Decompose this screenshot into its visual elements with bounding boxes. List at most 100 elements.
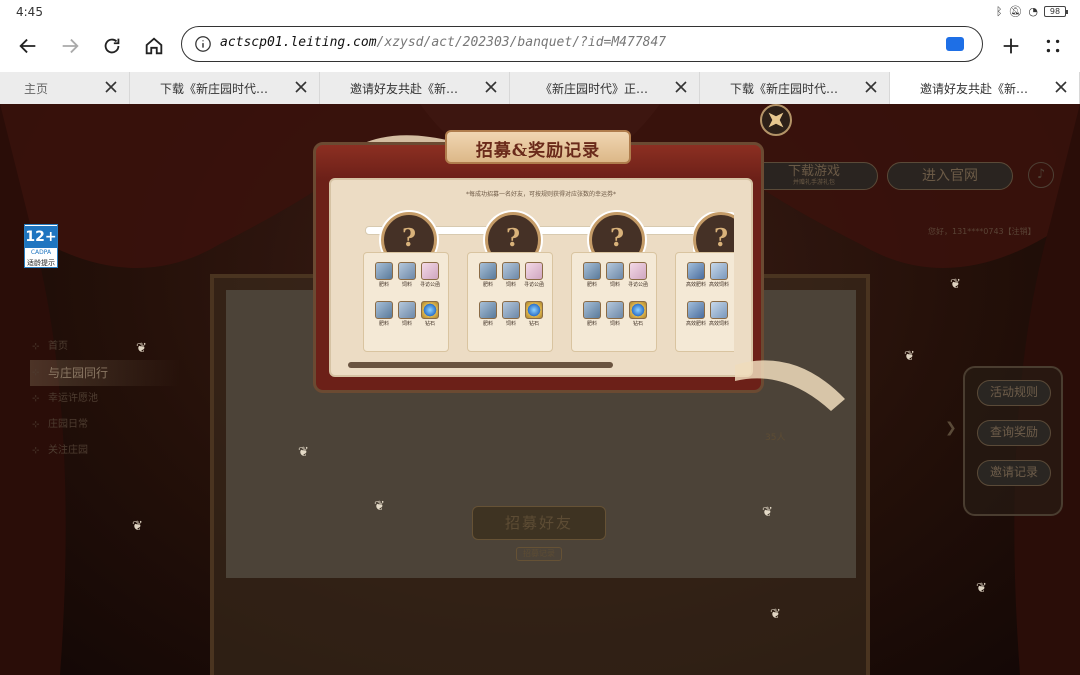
tab-title: 邀请好友共赴《新… [350,82,459,96]
fert-icon [375,262,393,280]
tab-title: 下载《新庄园时代… [730,82,839,96]
url-text[interactable]: actscp01.leiting.com/xzysd/act/202303/ba… [220,35,666,50]
reward-item: 钻石 [523,301,545,329]
milestone-symbol: ? [401,223,417,252]
music-toggle-icon[interactable]: ♪ [1028,162,1054,188]
tab-title: 下载《新庄园时代… [160,82,269,96]
status-icons: ᛒ 🔕︎ ◔ 98 [995,5,1068,18]
reward-name: 高效饲料 [708,321,729,327]
nav-item-daily[interactable]: 庄园日常 [30,412,180,438]
new-tab-button[interactable] [995,30,1027,62]
reward-item: 高效饲料 [708,301,730,329]
tab-title: 《新庄园时代》正… [540,82,649,96]
browser-tab[interactable]: 邀请好友共赴《新… [890,72,1080,104]
age-rating-badge: 12+ CADPA 适龄提示 [24,224,58,268]
user-greeting[interactable]: 您好，131****0743【注销】 [928,226,1036,237]
nav-item-home[interactable]: 首页 [30,334,180,360]
nav-item-follow[interactable]: 关注庄园 [30,438,180,464]
arrow-left-icon [19,38,36,54]
butterfly-icon: ❦ [136,341,147,356]
battery-icon: 98 [1044,6,1068,17]
recruit-records-link[interactable]: 招募记录 [516,547,562,561]
close-tab-icon[interactable] [483,79,499,95]
modal-note: *每成功招募一名好友，可按规则获得对应张数的幸运券* [465,191,616,198]
download-game-button[interactable]: 下载游戏 并赠礼手游礼包 [750,162,878,190]
close-tab-icon[interactable] [863,79,879,95]
close-tab-icon[interactable] [673,79,689,95]
milestone-symbol: ? [505,223,521,252]
close-tab-icon[interactable] [1053,79,1069,95]
browser-tab[interactable]: 《新庄园时代》正… [510,72,700,104]
wifi-icon: ◔ [1028,5,1038,18]
reward-item: 钻石 [419,301,441,329]
close-icon [768,112,784,128]
hfert-icon [687,301,705,319]
address-bar[interactable]: actscp01.leiting.com/xzysd/act/202303/ba… [181,26,983,62]
reward-name: 寻访公函 [627,282,648,288]
download-game-label: 下载游戏 [787,164,840,179]
download-game-sublabel: 并赠礼手游礼包 [792,179,835,186]
modal-title-banner: 招募&奖励记录 [445,130,631,164]
fert-icon [479,262,497,280]
milestone-symbol: ? [609,223,625,252]
nav-item-journey[interactable]: 与庄园同行 [30,360,180,386]
fert-icon [375,301,393,319]
close-tab-icon[interactable] [103,79,119,95]
ticket-icon [525,262,543,280]
horizontal-scrollbar[interactable] [348,362,613,368]
ticket-icon [421,262,439,280]
browser-tab[interactable]: 邀请好友共赴《新… [320,72,510,104]
menu-button[interactable] [1037,30,1069,62]
panel-arrow-icon[interactable]: ❯ [945,420,963,444]
browser-tab[interactable]: 主页 [0,72,130,104]
nav-item-wishing-pool[interactable]: 幸运许愿池 [30,386,180,412]
url-path: /xzysd/act/202303/banquet/?id=M477847 [376,35,667,50]
age-rating: 12+ [25,226,57,248]
home-button[interactable] [138,30,170,62]
butterfly-icon: ❦ [770,607,781,622]
age-rating-org: CADPA [30,249,52,256]
ticket-icon [629,262,647,280]
reward-card: 肥料 饲料 寻访公函 肥料 饲料 钻石 [363,252,449,352]
official-site-button[interactable]: 进入官网 [887,162,1013,190]
forward-button[interactable] [54,30,86,62]
grid-menu-icon [1046,39,1060,53]
browser-tab[interactable]: 下载《新庄园时代… [700,72,890,104]
fert-icon [583,301,601,319]
reward-item: 寻访公函 [523,262,545,290]
recruit-friends-button[interactable]: 招募好友 [472,506,606,540]
close-tab-icon[interactable] [293,79,309,95]
info-icon[interactable] [194,35,212,53]
reward-name: 钻石 [632,321,643,327]
reward-cards[interactable]: 肥料 饲料 寻访公函 肥料 饲料 钻石 肥料 饲料 寻访公函 肥料 饲料 钻石 肥料 饲料 寻访公函 肥料 饲料… [363,252,734,356]
browser-tab[interactable]: 下载《新庄园时代… [130,72,320,104]
reward-card: 肥料 饲料 寻访公函 肥料 饲料 钻石 [467,252,553,352]
home-icon [145,37,163,55]
reload-button[interactable] [96,30,128,62]
hfert-icon [687,262,705,280]
feed-icon [398,301,416,319]
reward-card: 肥料 饲料 寻访公函 肥料 饲料 钻石 [571,252,657,352]
rules-button[interactable]: 活动规则 [977,380,1051,406]
side-nav: 首页 与庄园同行 幸运许愿池 庄园日常 关注庄园 [30,334,180,464]
fert-icon [583,262,601,280]
modal-close-button[interactable] [760,104,792,136]
right-action-panel: 活动规则 查询奖励 邀请记录 [963,366,1063,516]
reward-name: 钻石 [528,321,539,327]
query-rewards-button[interactable]: 查询奖励 [977,420,1051,446]
ribbon-right [735,360,845,411]
invite-records-button[interactable]: 邀请记录 [977,460,1051,486]
cast-icon[interactable] [946,37,964,51]
bluetooth-icon: ᛒ [995,5,1003,18]
feed-icon [398,262,416,280]
back-button[interactable] [12,30,44,62]
butterfly-icon: ❦ [950,277,961,292]
reload-icon [104,38,120,54]
reward-item: 钻石 [627,301,649,329]
diamond-icon [629,301,647,319]
tab-strip: 主页 下载《新庄园时代… 邀请好友共赴《新… 《新庄园时代》正… 下载《新庄园时代… 邀请… [0,72,1080,104]
modal-title: 招募&奖励记录 [475,141,601,161]
reward-name: 钻石 [424,321,435,327]
fert-icon [479,301,497,319]
butterfly-icon: ❦ [132,519,143,534]
